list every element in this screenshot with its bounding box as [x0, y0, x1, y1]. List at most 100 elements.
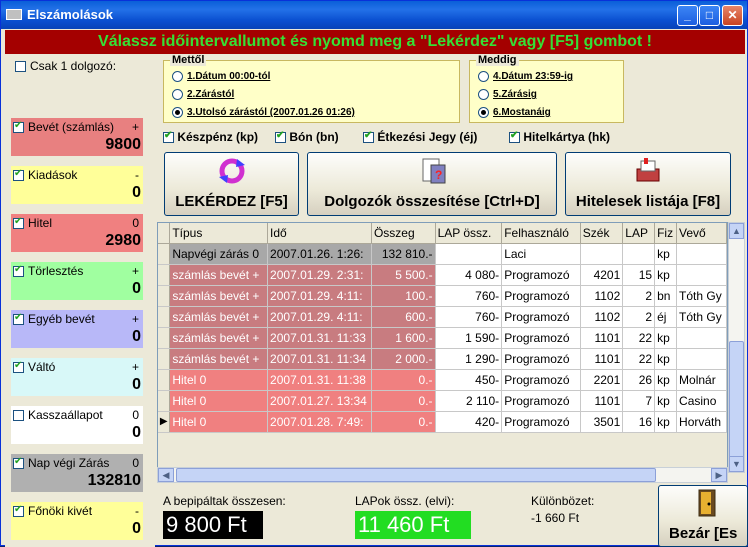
column-header[interactable]: Fiz: [654, 223, 678, 244]
table-cell[interactable]: Programozó: [501, 285, 581, 307]
table-cell[interactable]: [676, 264, 727, 286]
close-window-button[interactable]: ✕: [722, 5, 743, 26]
maximize-button[interactable]: □: [699, 5, 720, 26]
horizontal-scrollbar[interactable]: ◀ ▶: [157, 467, 728, 483]
table-cell[interactable]: [676, 243, 727, 265]
table-row[interactable]: számlás bevét +2007.01.31. 11:33 1 600.- 1…: [158, 327, 727, 349]
table-cell[interactable]: [435, 243, 503, 265]
table-cell[interactable]: Napvégi zárás 0: [169, 243, 269, 265]
table-cell[interactable]: Programozó: [501, 390, 581, 412]
table-cell[interactable]: kp: [654, 348, 678, 370]
summary-card-checkbox[interactable]: Hitel: [13, 216, 52, 230]
paymode-checkbox[interactable]: Bón (bn): [275, 130, 339, 144]
table-cell[interactable]: 2007.01.29. 4:11:: [267, 306, 372, 328]
table-cell[interactable]: 600.-: [371, 306, 436, 328]
row-indicator[interactable]: ▶: [158, 411, 171, 433]
table-cell[interactable]: 2: [622, 285, 656, 307]
table-cell[interactable]: számlás bevét +: [169, 306, 269, 328]
table-row[interactable]: Hitel 0 2007.01.31. 11:38 0.- 450- Programoz…: [158, 369, 727, 391]
checkbox-icon[interactable]: [13, 264, 24, 278]
worker-summary-button[interactable]: ? Dolgozók összesítése [Ctrl+D]: [307, 152, 557, 216]
row-indicator[interactable]: [158, 348, 171, 370]
table-cell[interactable]: 1101: [580, 327, 624, 349]
table-cell[interactable]: [622, 243, 656, 265]
table-cell[interactable]: 2007.01.27. 13:34: [267, 390, 372, 412]
row-indicator[interactable]: [158, 243, 171, 265]
table-cell[interactable]: 3501: [580, 411, 624, 433]
table-cell[interactable]: Casino: [676, 390, 727, 412]
table-cell[interactable]: 2007.01.29. 2:31:: [267, 264, 372, 286]
summary-card-checkbox[interactable]: Nap végi Zárás: [13, 456, 109, 470]
hscroll-thumb[interactable]: [176, 468, 656, 482]
row-indicator[interactable]: [158, 390, 171, 412]
table-cell[interactable]: 26: [622, 369, 656, 391]
column-header[interactable]: Szék: [580, 223, 624, 244]
radio-from-2[interactable]: 2.Zárástól: [172, 89, 234, 100]
table-cell[interactable]: 1101: [580, 390, 624, 412]
table-cell[interactable]: [676, 348, 727, 370]
table-cell[interactable]: 16: [622, 411, 656, 433]
table-cell[interactable]: Hitel 0: [169, 411, 269, 433]
table-cell[interactable]: Tóth Gy: [676, 285, 727, 307]
radio-from-1[interactable]: 1.Dátum 00:00-tól: [172, 71, 270, 82]
table-row[interactable]: számlás bevét +2007.01.31. 11:34 2 000.- 1…: [158, 348, 727, 370]
summary-card-checkbox[interactable]: Váltó: [13, 360, 55, 374]
radio-icon[interactable]: [172, 107, 183, 118]
table-cell[interactable]: 4 080-: [435, 264, 503, 286]
table-cell[interactable]: 2007.01.31. 11:33: [267, 327, 372, 349]
table-cell[interactable]: 1102: [580, 306, 624, 328]
table-cell[interactable]: Programozó: [501, 348, 581, 370]
radio-icon[interactable]: [172, 89, 183, 100]
table-cell[interactable]: kp: [654, 369, 678, 391]
table-cell[interactable]: bn: [654, 285, 678, 307]
table-cell[interactable]: 2007.01.31. 11:34: [267, 348, 372, 370]
checkbox-icon[interactable]: [509, 130, 520, 144]
table-cell[interactable]: 2 000.-: [371, 348, 436, 370]
table-cell[interactable]: Programozó: [501, 264, 581, 286]
scroll-down-icon[interactable]: ▼: [729, 456, 744, 472]
table-cell[interactable]: számlás bevét +: [169, 264, 269, 286]
table-cell[interactable]: 1102: [580, 285, 624, 307]
table-cell[interactable]: 22: [622, 327, 656, 349]
table-cell[interactable]: 760-: [435, 306, 503, 328]
table-row[interactable]: számlás bevét +2007.01.29. 4:11: 100.- 760…: [158, 285, 727, 307]
table-cell[interactable]: 2201: [580, 369, 624, 391]
table-cell[interactable]: 4201: [580, 264, 624, 286]
credit-list-button[interactable]: Hitelesek listája [F8]: [565, 152, 731, 216]
single-worker-checkbox[interactable]: Csak 1 dolgozó:: [11, 59, 116, 73]
table-cell[interactable]: 15: [622, 264, 656, 286]
table-cell[interactable]: Programozó: [501, 306, 581, 328]
summary-card-checkbox[interactable]: Kasszaállapot: [13, 408, 103, 422]
radio-to-3[interactable]: 6.Mostanáig: [478, 107, 551, 118]
table-cell[interactable]: számlás bevét +: [169, 348, 269, 370]
title-bar[interactable]: Elszámolások _ □ ✕: [1, 1, 747, 29]
row-indicator[interactable]: [158, 264, 171, 286]
table-cell[interactable]: kp: [654, 390, 678, 412]
table-cell[interactable]: kp: [654, 264, 678, 286]
radio-to-1[interactable]: 4.Dátum 23:59-ig: [478, 71, 573, 82]
table-cell[interactable]: Tóth Gy: [676, 306, 727, 328]
table-cell[interactable]: 0.-: [371, 411, 436, 433]
table-cell[interactable]: Molnár: [676, 369, 727, 391]
table-cell[interactable]: [580, 243, 624, 265]
table-cell[interactable]: Hitel 0: [169, 369, 269, 391]
table-cell[interactable]: Horváth: [676, 411, 727, 433]
radio-icon[interactable]: [478, 89, 489, 100]
summary-card-checkbox[interactable]: Főnöki kivét: [13, 504, 92, 518]
query-button[interactable]: LEKÉRDEZ [F5]: [164, 152, 299, 216]
scroll-right-icon[interactable]: ▶: [711, 468, 727, 482]
checkbox-icon[interactable]: [13, 120, 24, 134]
column-header[interactable]: Típus: [169, 223, 269, 244]
table-cell[interactable]: 2007.01.29. 4:11:: [267, 285, 372, 307]
table-cell[interactable]: 760-: [435, 285, 503, 307]
table-cell[interactable]: 1101: [580, 348, 624, 370]
table-row[interactable]: számlás bevét +2007.01.29. 4:11: 600.- 760…: [158, 306, 727, 328]
radio-from-3[interactable]: 3.Utolsó zárástól (2007.01.26 01:26): [172, 107, 355, 118]
table-cell[interactable]: 1 290-: [435, 348, 503, 370]
table-cell[interactable]: 1 590-: [435, 327, 503, 349]
row-indicator[interactable]: [158, 306, 171, 328]
paymode-checkbox[interactable]: Étkezési Jegy (éj): [363, 130, 477, 144]
radio-icon[interactable]: [478, 107, 489, 118]
table-cell[interactable]: 100.-: [371, 285, 436, 307]
table-cell[interactable]: 2: [622, 306, 656, 328]
